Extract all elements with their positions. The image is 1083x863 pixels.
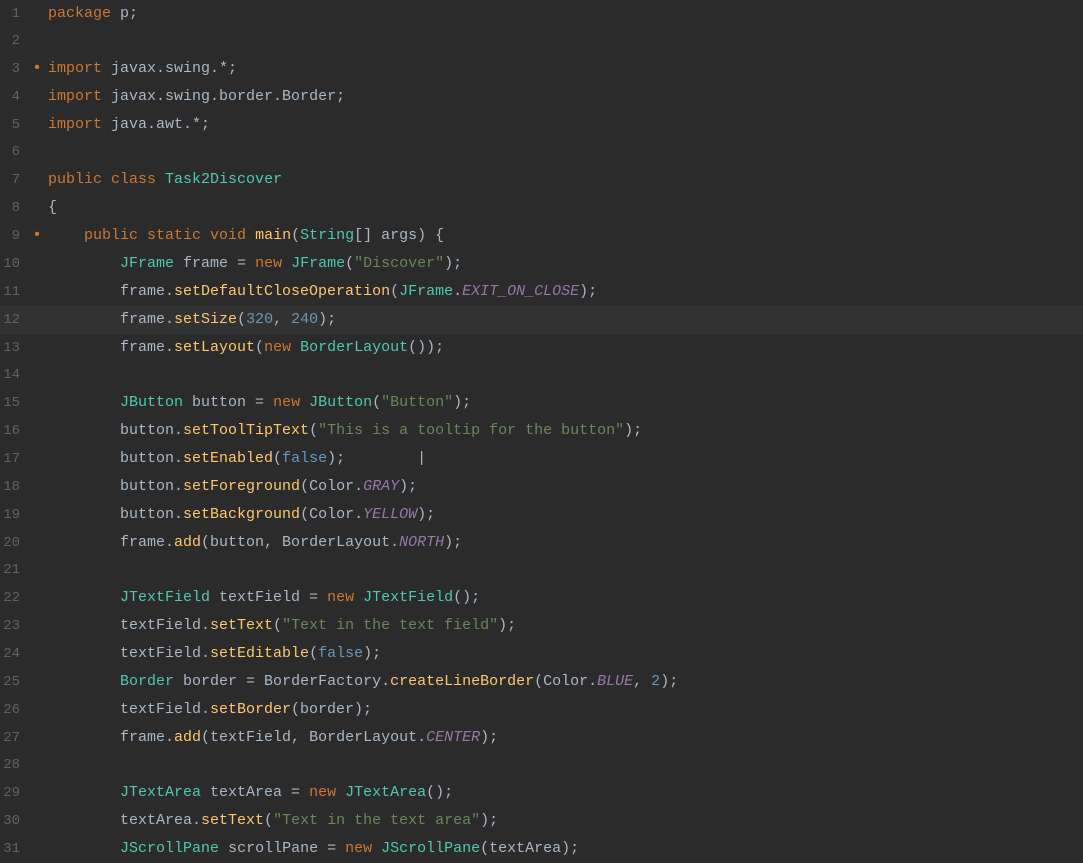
line-content: textArea.setText("Text in the text area"… [44, 807, 1083, 834]
line-number: 7 [0, 167, 30, 194]
line-content: { [44, 194, 1083, 221]
line-content: frame.setSize(320, 240); [44, 306, 1083, 333]
code-line-22: 22 JTextField textField = new JTextField… [0, 584, 1083, 612]
code-line-16: 16 button.setToolTipText("This is a tool… [0, 417, 1083, 445]
code-line-6: 6 [0, 139, 1083, 166]
code-line-11: 11 frame.setDefaultCloseOperation(JFrame… [0, 278, 1083, 306]
line-number: 17 [0, 446, 30, 473]
line-number: 25 [0, 669, 30, 696]
line-content: public static void main(String[] args) { [44, 222, 1083, 249]
line-number: 26 [0, 697, 30, 724]
code-line-18: 18 button.setForeground(Color.GRAY); [0, 473, 1083, 501]
line-content: package p; [44, 0, 1083, 27]
line-number: 14 [0, 362, 30, 389]
line-content: textField.setBorder(border); [44, 696, 1083, 723]
code-line-5: 5 import java.awt.*; [0, 111, 1083, 139]
line-number: 15 [0, 390, 30, 417]
line-number: 9 [0, 223, 30, 250]
line-number: 5 [0, 112, 30, 139]
code-line-19: 19 button.setBackground(Color.YELLOW); [0, 501, 1083, 529]
code-line-21: 21 [0, 557, 1083, 584]
line-content: textField.setText("Text in the text fiel… [44, 612, 1083, 639]
code-line-13: 13 frame.setLayout(new BorderLayout()); [0, 334, 1083, 362]
code-line-25: 25 Border border = BorderFactory.createL… [0, 668, 1083, 696]
code-line-14: 14 [0, 362, 1083, 389]
line-content: public class Task2Discover [44, 166, 1083, 193]
line-number: 2 [0, 28, 30, 55]
code-line-24: 24 textField.setEditable(false); [0, 640, 1083, 668]
line-content: frame.setLayout(new BorderLayout()); [44, 334, 1083, 361]
code-line-31: 31 JScrollPane scrollPane = new JScrollP… [0, 835, 1083, 863]
line-number: 10 [0, 251, 30, 278]
line-content: import javax.swing.*; [44, 55, 1083, 82]
code-editor: 1 package p; 2 3 • import javax.swing.*;… [0, 0, 1083, 863]
code-line-8: 8 { [0, 194, 1083, 222]
line-number: 13 [0, 335, 30, 362]
line-dot: • [30, 222, 44, 249]
line-content: JFrame frame = new JFrame("Discover"); [44, 250, 1083, 277]
line-content: frame.add(button, BorderLayout.NORTH); [44, 529, 1083, 556]
code-line-1: 1 package p; [0, 0, 1083, 28]
line-number: 20 [0, 530, 30, 557]
line-content: JButton button = new JButton("Button"); [44, 389, 1083, 416]
line-number: 12 [0, 307, 30, 334]
line-content: frame.setDefaultCloseOperation(JFrame.EX… [44, 278, 1083, 305]
line-number: 28 [0, 752, 30, 779]
line-number: 23 [0, 613, 30, 640]
code-line-30: 30 textArea.setText("Text in the text ar… [0, 807, 1083, 835]
line-number: 29 [0, 780, 30, 807]
line-number: 4 [0, 84, 30, 111]
line-content: import javax.swing.border.Border; [44, 83, 1083, 110]
line-number: 22 [0, 585, 30, 612]
code-line-20: 20 frame.add(button, BorderLayout.NORTH)… [0, 529, 1083, 557]
line-number: 30 [0, 808, 30, 835]
code-line-23: 23 textField.setText("Text in the text f… [0, 612, 1083, 640]
line-number: 31 [0, 836, 30, 863]
line-number: 18 [0, 474, 30, 501]
code-line-2: 2 [0, 28, 1083, 55]
line-content: button.setForeground(Color.GRAY); [44, 473, 1083, 500]
code-line-9: 9 • public static void main(String[] arg… [0, 222, 1083, 250]
line-content: button.setToolTipText("This is a tooltip… [44, 417, 1083, 444]
line-number: 27 [0, 725, 30, 752]
line-number: 11 [0, 279, 30, 306]
line-dot: • [30, 55, 44, 82]
code-line-17: 17 button.setEnabled(false); | [0, 445, 1083, 473]
line-content: textField.setEditable(false); [44, 640, 1083, 667]
line-number: 6 [0, 139, 30, 166]
line-number: 19 [0, 502, 30, 529]
line-number: 3 [0, 56, 30, 83]
code-line-29: 29 JTextArea textArea = new JTextArea(); [0, 779, 1083, 807]
line-number: 24 [0, 641, 30, 668]
line-number: 8 [0, 195, 30, 222]
code-line-4: 4 import javax.swing.border.Border; [0, 83, 1083, 111]
line-content: JTextArea textArea = new JTextArea(); [44, 779, 1083, 806]
code-line-12: 12 frame.setSize(320, 240); [0, 306, 1083, 334]
code-line-15: 15 JButton button = new JButton("Button"… [0, 389, 1083, 417]
line-content: import java.awt.*; [44, 111, 1083, 138]
code-line-28: 28 [0, 752, 1083, 779]
code-line-26: 26 textField.setBorder(border); [0, 696, 1083, 724]
line-number: 1 [0, 1, 30, 28]
line-content: JScrollPane scrollPane = new JScrollPane… [44, 835, 1083, 862]
line-content: button.setEnabled(false); | [44, 445, 1083, 472]
line-content: button.setBackground(Color.YELLOW); [44, 501, 1083, 528]
line-content: Border border = BorderFactory.createLine… [44, 668, 1083, 695]
code-line-10: 10 JFrame frame = new JFrame("Discover")… [0, 250, 1083, 278]
line-content: JTextField textField = new JTextField(); [44, 584, 1083, 611]
line-number: 21 [0, 557, 30, 584]
code-line-7: 7 public class Task2Discover [0, 166, 1083, 194]
code-line-3: 3 • import javax.swing.*; [0, 55, 1083, 83]
line-number: 16 [0, 418, 30, 445]
code-line-27: 27 frame.add(textField, BorderLayout.CEN… [0, 724, 1083, 752]
line-content: frame.add(textField, BorderLayout.CENTER… [44, 724, 1083, 751]
